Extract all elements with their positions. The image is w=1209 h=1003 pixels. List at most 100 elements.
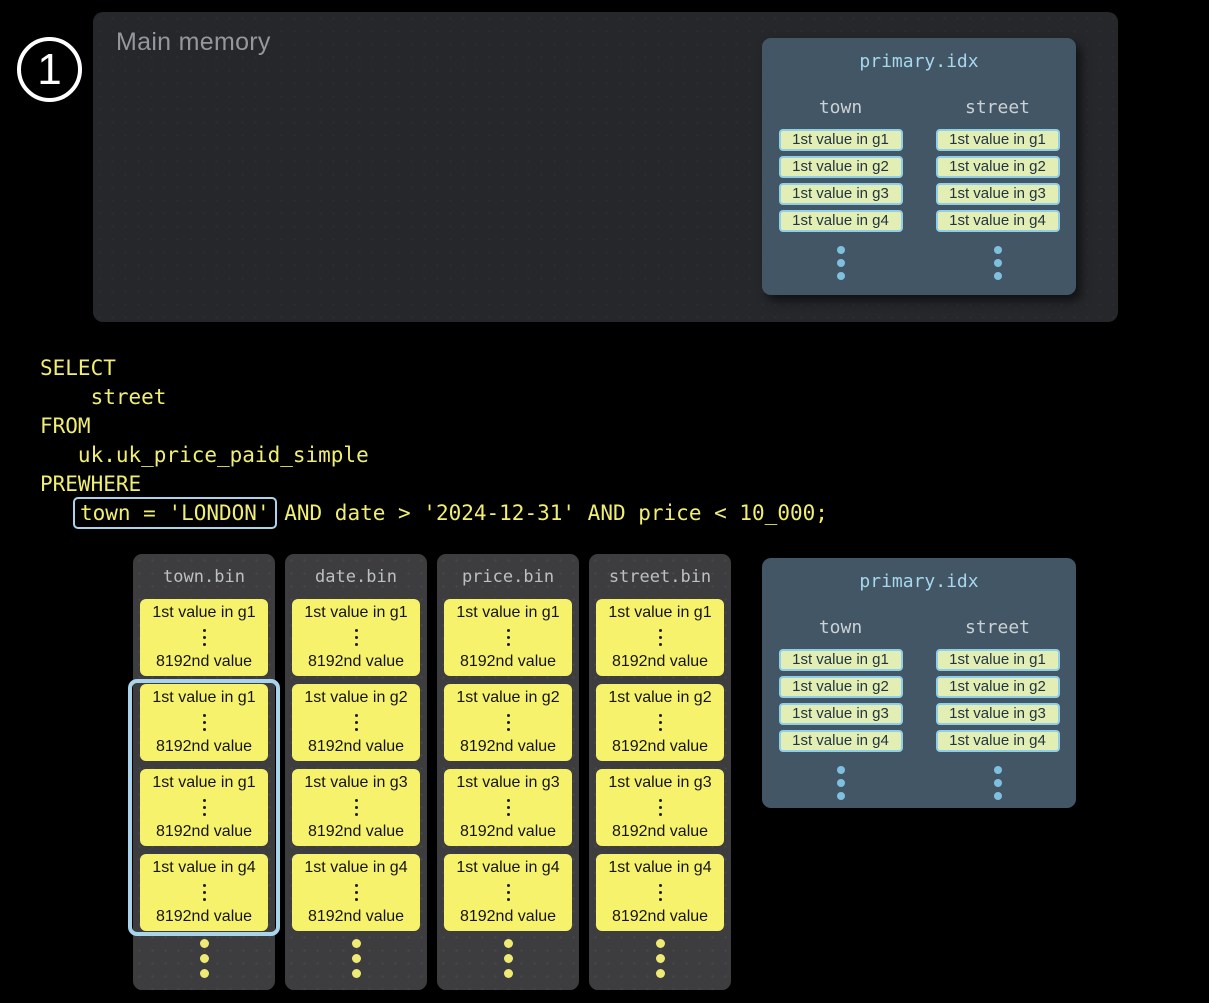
granule-block: 1st value in g48192nd value bbox=[140, 854, 268, 931]
granule-last-value: 8192nd value bbox=[460, 738, 556, 756]
granule-ellipsis bbox=[659, 629, 662, 646]
granule-ellipsis bbox=[203, 884, 206, 901]
index-column-header: street bbox=[965, 97, 1030, 119]
ellipsis-dot bbox=[994, 792, 1002, 800]
ellipsis-dot bbox=[994, 259, 1002, 267]
granule-block: 1st value in g28192nd value bbox=[292, 684, 420, 761]
bin-file-card-street-bin: street.bin 1st value in g18192nd value 1st… bbox=[589, 554, 731, 990]
granule-first-value: 1st value in g3 bbox=[456, 774, 559, 792]
granule-block: 1st value in g48192nd value bbox=[444, 854, 572, 931]
bin-file-title: street.bin bbox=[589, 567, 731, 587]
granule-block: 1st value in g2 8192nd value bbox=[596, 684, 724, 761]
granule-first-value: 1st value in g4 bbox=[608, 859, 711, 877]
ellipsis-dot bbox=[659, 884, 662, 887]
ellipsis-dot bbox=[994, 779, 1002, 787]
sql-line-condition: town = 'LONDON' AND date > '2024-12-31' … bbox=[40, 499, 828, 528]
ellipsis-dot bbox=[507, 884, 510, 887]
index-column-street: street 1st value in g1 1st value in g2 1st … bbox=[919, 97, 1076, 280]
ellipsis-dot bbox=[355, 629, 358, 632]
index-mark-chip: 1st value in g2 bbox=[779, 676, 903, 698]
granule-block: 1st value in g3 8192nd value bbox=[596, 769, 724, 846]
ellipsis-dot bbox=[200, 939, 209, 948]
granule-first-value: 1st value in g2 bbox=[608, 689, 711, 707]
ellipsis-dot bbox=[507, 806, 510, 809]
ellipsis-dot bbox=[656, 969, 665, 978]
granule-last-value: 8192nd value bbox=[460, 823, 556, 841]
index-mark-chip: 1st value in g3 bbox=[779, 183, 903, 205]
primary-index-title: primary.idx bbox=[762, 51, 1076, 73]
granule-block: 1st value in g48192nd value bbox=[292, 854, 420, 931]
ellipsis-dot bbox=[994, 246, 1002, 254]
ellipsis-dot bbox=[507, 636, 510, 639]
ellipsis-dot bbox=[203, 721, 206, 724]
ellipsis-dot bbox=[355, 884, 358, 887]
ellipsis-dot bbox=[203, 714, 206, 717]
bin-files-row: town.bin1st value in g18192nd value1st v… bbox=[133, 554, 731, 990]
index-ellipsis bbox=[837, 246, 845, 280]
ellipsis-dot bbox=[355, 813, 358, 816]
primary-index-card-memory: primary.idx town 1st value in g1 1st value … bbox=[762, 38, 1076, 295]
ellipsis-dot bbox=[659, 721, 662, 724]
ellipsis-dot bbox=[355, 643, 358, 646]
index-column-header: town bbox=[819, 617, 862, 639]
more-granules-ellipsis bbox=[285, 939, 427, 978]
ellipsis-dot bbox=[200, 969, 209, 978]
granule-first-value: 1st value in g1 bbox=[152, 604, 255, 622]
ellipsis-dot bbox=[837, 766, 845, 774]
granule-last-value: 8192nd value bbox=[156, 653, 252, 671]
ellipsis-dot bbox=[659, 643, 662, 646]
granule-first-value: 1st value in g2 bbox=[304, 689, 407, 707]
granule-ellipsis bbox=[203, 799, 206, 816]
more-granules-ellipsis bbox=[589, 939, 731, 978]
sql-line-prewhere: PREWHERE bbox=[40, 470, 828, 499]
ellipsis-dot bbox=[203, 629, 206, 632]
granule-ellipsis bbox=[355, 714, 358, 731]
granule-first-value: 1st value in g3 bbox=[608, 774, 711, 792]
sql-line-from: FROM bbox=[40, 412, 828, 441]
index-mark-chip: 1st value in g4 bbox=[936, 730, 1060, 752]
ellipsis-dot bbox=[203, 891, 206, 894]
index-column-header: town bbox=[819, 97, 862, 119]
bin-file-card-town-bin: town.bin1st value in g18192nd value1st v… bbox=[133, 554, 275, 990]
granule-first-value: 1st value in g1 bbox=[152, 689, 255, 707]
granule-block: 1st value in g1 8192nd value bbox=[140, 684, 268, 761]
index-mark-chip: 1st value in g1 bbox=[936, 129, 1060, 151]
ellipsis-dot bbox=[355, 898, 358, 901]
index-column-street: street1st value in g11st value in g21st … bbox=[919, 617, 1076, 800]
granule-ellipsis bbox=[355, 799, 358, 816]
granule-last-value: 8192nd value bbox=[156, 908, 252, 926]
main-memory-title: Main memory bbox=[116, 28, 271, 57]
index-mark-chip: 1st value in g3 bbox=[779, 703, 903, 725]
index-mark-chip: 1st value in g3 bbox=[936, 183, 1060, 205]
index-mark-chip: 1st value in g4 bbox=[779, 210, 903, 232]
ellipsis-dot bbox=[507, 714, 510, 717]
diagram-stage: 1 Main memory primary.idxtown1st value i… bbox=[0, 0, 1209, 1003]
index-mark-chip: 1st value in g2 bbox=[936, 676, 1060, 698]
ellipsis-dot bbox=[355, 636, 358, 639]
ellipsis-dot bbox=[837, 272, 845, 280]
ellipsis-dot bbox=[656, 954, 665, 963]
ellipsis-dot bbox=[203, 813, 206, 816]
ellipsis-dot bbox=[355, 721, 358, 724]
ellipsis-dot bbox=[507, 643, 510, 646]
index-column-town: town1st value in g11st value in g21st va… bbox=[762, 617, 919, 800]
granule-first-value: 1st value in g1 bbox=[456, 604, 559, 622]
ellipsis-dot bbox=[507, 891, 510, 894]
index-column-header: street bbox=[965, 617, 1030, 639]
sql-line-table: uk.uk_price_paid_simple bbox=[40, 441, 828, 470]
granule-block: 1st value in g18192nd value bbox=[596, 599, 724, 676]
index-mark-chip: 1st value in g2 bbox=[936, 156, 1060, 178]
index-mark-chip: 1st value in g1 bbox=[779, 129, 903, 151]
bin-file-title: date.bin bbox=[285, 567, 427, 587]
index-column-town: town1st value in g11st value in g21st va… bbox=[762, 97, 919, 280]
ellipsis-dot bbox=[504, 954, 513, 963]
step-number-badge: 1 bbox=[17, 37, 82, 102]
ellipsis-dot bbox=[507, 898, 510, 901]
granule-last-value: 8192nd value bbox=[156, 738, 252, 756]
ellipsis-dot bbox=[203, 884, 206, 887]
sql-condition-rest: AND date > '2024-12-31' AND price < 10_0… bbox=[272, 501, 828, 525]
granule-last-value: 8192nd value bbox=[612, 738, 708, 756]
ellipsis-dot bbox=[507, 813, 510, 816]
granule-last-value: 8192nd value bbox=[612, 823, 708, 841]
bin-file-title: town.bin bbox=[133, 567, 275, 587]
